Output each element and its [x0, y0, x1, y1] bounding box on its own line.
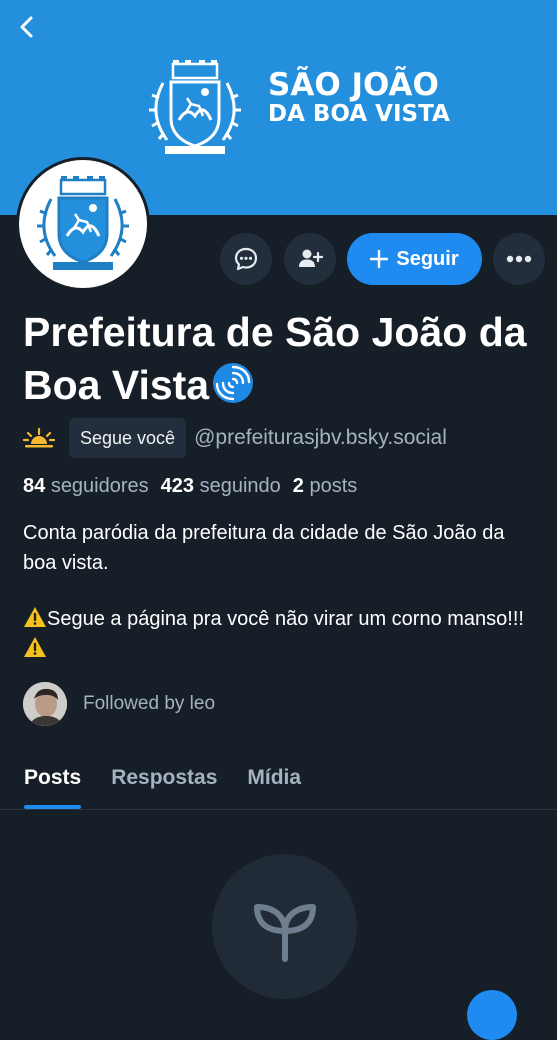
sprout-icon [253, 903, 316, 962]
bio-line1: Conta paródia da prefeitura da cidade de… [23, 522, 505, 574]
posts-stat: 2 posts [293, 475, 358, 498]
follows-you-badge: Segue você [69, 418, 187, 458]
following-count: 423 [160, 475, 195, 497]
posts-label: posts [309, 475, 358, 497]
follower-avatar [23, 682, 67, 726]
sunrise-icon [23, 427, 55, 448]
followers-stat[interactable]: 84 seguidores [23, 475, 149, 498]
followed-by-row[interactable]: Followed by leo [23, 682, 215, 726]
bio-line2: Segue a página pra você não virar um cor… [47, 608, 524, 630]
followers-count: 84 [23, 475, 46, 497]
tab-respostas[interactable]: Respostas [111, 750, 217, 809]
following-stat[interactable]: 423 seguindo [161, 475, 281, 498]
profile-stats: 84 seguidores 423 seguindo 2 posts [23, 475, 357, 498]
banner-title-line1: SÃO JOÃO [268, 67, 439, 103]
message-button[interactable] [220, 233, 272, 285]
profile-bio: Conta paródia da prefeitura da cidade de… [23, 518, 543, 664]
bio-line2-wrap: Segue a página pra você não virar um cor… [23, 604, 543, 664]
followers-label: seguidores [50, 475, 149, 497]
ellipsis-icon [506, 255, 532, 263]
compose-fab[interactable] [467, 990, 517, 1040]
chat-bubble-icon [234, 247, 258, 271]
cyclone-icon [213, 363, 254, 403]
more-options-button[interactable] [493, 233, 545, 285]
profile-display-name: Prefeitura de São João da Boa Vista [23, 306, 543, 412]
city-crest-avatar [37, 176, 129, 270]
banner-title-line2: DA BOA VISTA [268, 101, 450, 127]
city-crest-logo [149, 60, 241, 154]
handle-row: Segue você @prefeiturasjbv.bsky.social [23, 418, 447, 458]
posts-count: 2 [292, 475, 304, 497]
profile-tabs: Posts Respostas Mídia [0, 750, 557, 810]
chevron-left-icon [20, 16, 33, 38]
back-button[interactable] [10, 10, 44, 44]
empty-feed-placeholder [212, 854, 357, 999]
follow-button-label: Seguir [396, 247, 459, 270]
warning-icon [24, 607, 46, 627]
tab-midia[interactable]: Mídia [247, 750, 301, 809]
profile-avatar[interactable] [16, 157, 150, 291]
warning-icon [24, 637, 46, 657]
tab-posts[interactable]: Posts [24, 750, 82, 809]
followed-by-text: Followed by leo [83, 693, 216, 714]
person-photo-icon [23, 682, 67, 726]
user-plus-icon [299, 249, 323, 267]
profile-handle: @prefeiturasjbv.bsky.social [194, 426, 447, 449]
following-label: seguindo [199, 475, 281, 497]
plus-icon [370, 250, 389, 268]
banner-title: SÃO JOÃO DA BOA VISTA [268, 70, 450, 126]
display-name-text: Prefeitura de São João da Boa Vista [23, 309, 527, 408]
follow-button[interactable]: Seguir [347, 233, 482, 285]
suggest-follow-button[interactable] [284, 233, 336, 285]
